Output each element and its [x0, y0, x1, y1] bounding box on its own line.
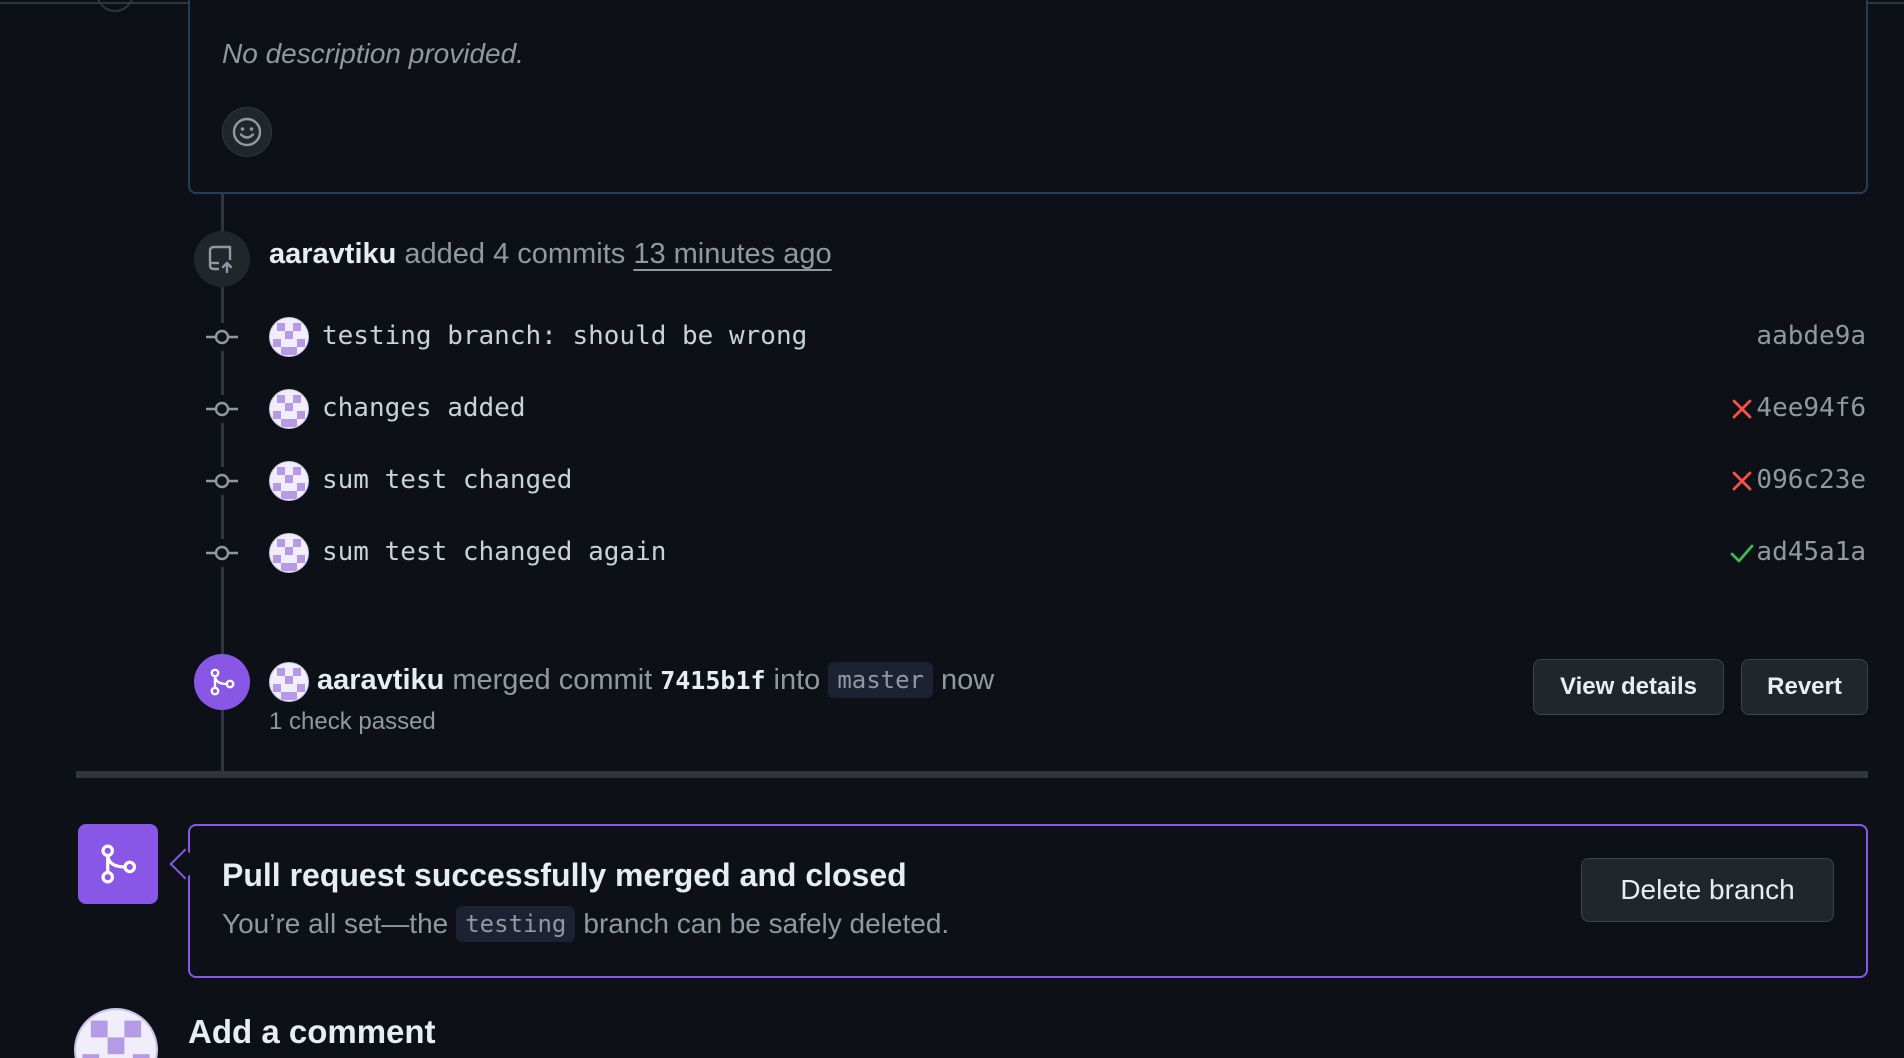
commit-row: changes added 4ee94f6: [0, 387, 1904, 431]
avatar[interactable]: [269, 317, 309, 357]
add-reaction-button[interactable]: [222, 107, 272, 157]
commit-message-link[interactable]: sum test changed again: [322, 537, 666, 567]
push-event-badge: [194, 231, 250, 287]
git-merge-icon: [210, 668, 235, 696]
description-text: No description provided.: [222, 38, 524, 69]
merge-event-text: aaravtiku merged commit 7415b1f into mas…: [317, 662, 994, 698]
merge-into: into: [773, 663, 821, 696]
commits-event-text: aaravtiku added 4 commits 13 minutes ago: [269, 238, 832, 271]
delete-branch-button[interactable]: Delete branch: [1581, 858, 1834, 922]
commit-row: sum test changed 096c23e: [0, 459, 1904, 503]
x-failure-icon[interactable]: [1728, 467, 1756, 495]
check-success-icon[interactable]: [1728, 539, 1756, 567]
avatar[interactable]: [269, 389, 309, 429]
commit-row: sum test changed again ad45a1a: [0, 531, 1904, 575]
commit-sha-link[interactable]: 4ee94f6: [1756, 393, 1866, 423]
commit-sha-link[interactable]: ad45a1a: [1756, 537, 1866, 567]
commit-row: testing branch: should be wrong aabde9a: [0, 315, 1904, 359]
avatar[interactable]: [269, 662, 309, 702]
head-branch-label[interactable]: testing: [456, 906, 576, 942]
git-commit-icon: [204, 539, 240, 567]
merge-action: merged commit: [452, 663, 653, 696]
x-failure-icon[interactable]: [1728, 395, 1756, 423]
revert-button[interactable]: Revert: [1741, 659, 1868, 715]
merge-time: now: [941, 663, 995, 696]
merged-sub-suffix: branch can be safely deleted.: [583, 908, 950, 939]
commit-message-link[interactable]: sum test changed: [322, 465, 572, 495]
git-commit-icon: [204, 395, 240, 423]
repo-push-icon: [208, 245, 233, 274]
git-commit-icon: [204, 323, 240, 351]
base-branch-label[interactable]: master: [828, 662, 934, 698]
commit-message-link[interactable]: testing branch: should be wrong: [322, 321, 807, 351]
avatar: [96, 0, 134, 12]
merged-subtitle: You’re all set—the testing branch can be…: [222, 906, 949, 942]
commit-message-link[interactable]: changes added: [322, 393, 526, 423]
timeline-divider: [76, 771, 1868, 778]
add-comment-heading: Add a comment: [188, 1013, 436, 1050]
smiley-icon: [232, 117, 262, 147]
avatar[interactable]: [269, 533, 309, 573]
event-action: added 4 commits: [404, 238, 626, 270]
pr-description-box: [188, 0, 1868, 194]
merge-user-link[interactable]: aaravtiku: [317, 664, 444, 697]
commit-sha-link[interactable]: 096c23e: [1756, 465, 1866, 495]
merged-sub-prefix: You’re all set—the: [222, 908, 449, 939]
merged-title: Pull request successfully merged and clo…: [222, 857, 907, 893]
git-merge-icon: [101, 844, 137, 884]
avatar[interactable]: [74, 1008, 158, 1058]
pr-timeline: No description provided. aaravtiku added…: [0, 0, 1904, 1058]
avatar[interactable]: [269, 461, 309, 501]
merge-sha-link[interactable]: 7415b1f: [660, 666, 765, 695]
view-details-button[interactable]: View details: [1533, 659, 1724, 715]
merged-status-badge: [78, 824, 158, 904]
git-commit-icon: [204, 467, 240, 495]
checks-status[interactable]: 1 check passed: [269, 708, 436, 736]
event-user-link[interactable]: aaravtiku: [269, 238, 396, 270]
event-time-link[interactable]: 13 minutes ago: [633, 238, 831, 270]
commit-sha-link[interactable]: aabde9a: [1756, 321, 1866, 351]
merge-event-badge: [194, 654, 250, 710]
